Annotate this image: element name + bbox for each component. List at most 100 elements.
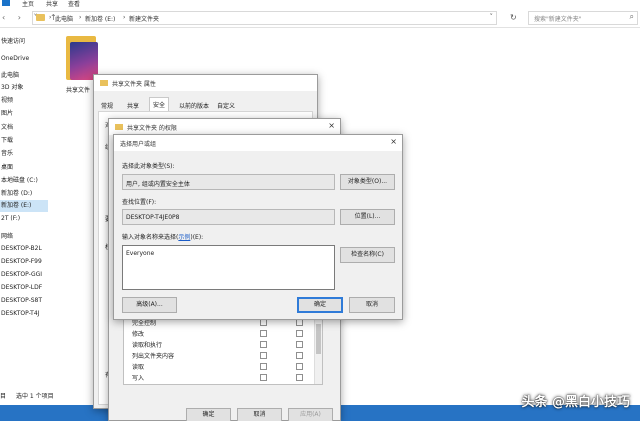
sidebar-item-network-pc[interactable]: DESKTOP-S8T — [0, 295, 48, 307]
deny-checkbox[interactable] — [296, 341, 303, 348]
apply-button[interactable]: 应用(A) — [288, 408, 333, 421]
permission-write: 写入 — [132, 375, 145, 382]
location-field: DESKTOP-T4JE0P8 — [122, 209, 335, 225]
allow-checkbox[interactable] — [260, 341, 267, 348]
allow-checkbox[interactable] — [260, 363, 267, 370]
locations-button[interactable]: 位置(L)... — [340, 209, 395, 225]
sidebar-item-music[interactable]: 音乐 — [0, 148, 48, 160]
crumb-separator: › — [49, 14, 52, 21]
sidebar-item-drive-e[interactable]: 新加卷 (E:) — [0, 200, 48, 212]
ribbon-tab-view[interactable]: 查看 — [68, 0, 80, 8]
permission-modify: 修改 — [132, 331, 145, 338]
sidebar-item-desktop[interactable]: 桌面 — [0, 162, 48, 174]
deny-checkbox[interactable] — [296, 330, 303, 337]
ribbon-tab-share[interactable]: 共享 — [46, 0, 58, 8]
folder-label[interactable]: 共享文件 — [66, 85, 90, 94]
allow-checkbox[interactable] — [260, 319, 267, 326]
breadcrumb-new-folder[interactable]: 新建文件夹 — [129, 14, 159, 23]
tab-general[interactable]: 常规 — [98, 99, 116, 111]
breadcrumb-this-pc[interactable]: 此电脑 — [55, 14, 73, 23]
refresh-icon[interactable]: ↻ — [510, 13, 517, 22]
sidebar-item-quick-access[interactable]: 快速访问 — [0, 36, 48, 48]
select-users-dialog: 选择用户或组 × 选择此对象类型(S): 用户, 组或内置安全主体 对象类型(O… — [113, 134, 403, 320]
examples-link[interactable]: 示例 — [178, 234, 190, 241]
navigation-pane: 快速访问 OneDrive 此电脑 3D 对象 视频 图片 文档 下载 音乐 桌… — [0, 30, 48, 390]
cancel-button[interactable]: 取消 — [349, 297, 395, 313]
permission-read-execute: 读取和执行 — [132, 342, 163, 349]
folder-icon — [100, 80, 108, 86]
permissions-title: 共享文件夹 的权限 — [127, 125, 177, 132]
sidebar-item-network-pc[interactable]: DESKTOP-F99 — [0, 256, 48, 268]
sidebar-item-downloads[interactable]: 下载 — [0, 135, 48, 147]
check-names-button[interactable]: 检查名称(C) — [340, 247, 395, 263]
cancel-button[interactable]: 取消 — [237, 408, 282, 421]
advanced-button[interactable]: 高级(A)... — [122, 297, 177, 313]
permissions-title-bar[interactable]: 共享文件夹 的权限 × — [109, 119, 340, 135]
deny-checkbox[interactable] — [296, 363, 303, 370]
file-tab[interactable] — [2, 0, 10, 6]
ribbon-tab-home[interactable]: 主页 — [22, 0, 34, 8]
sidebar-item-network[interactable]: 网络 — [0, 231, 48, 243]
search-placeholder: 搜索"新建文件夹" — [534, 16, 582, 23]
folder-icon — [115, 124, 123, 130]
sidebar-item-this-pc[interactable]: 此电脑 — [0, 70, 48, 82]
permissions-list: 完全控制 修改 读取和执行 列出文件夹内容 读取 写入 — [123, 315, 323, 385]
sidebar-item-pictures[interactable]: 图片 — [0, 108, 48, 120]
deny-checkbox[interactable] — [296, 352, 303, 359]
allow-checkbox[interactable] — [260, 374, 267, 381]
tab-security[interactable]: 安全 — [149, 97, 170, 111]
chevron-down-icon[interactable]: ˅ — [490, 13, 494, 21]
object-names-label-text: 输入对象名称来选择( — [122, 234, 179, 241]
sidebar-item-network-pc[interactable]: DESKTOP-GGI — [0, 269, 48, 281]
sidebar-item-drive-f[interactable]: 2T (F:) — [0, 213, 48, 225]
select-users-title-bar[interactable]: 选择用户或组 × — [114, 135, 402, 151]
sidebar-item-3d-objects[interactable]: 3D 对象 — [0, 82, 48, 94]
search-icon: ⌕ — [629, 12, 634, 21]
address-bar-row: ‹ › ˅ ↑ › 此电脑 › 新加卷 (E:) › 新建文件夹 ˅ ↻ 搜索"… — [0, 8, 640, 28]
ok-button[interactable]: 确定 — [297, 297, 343, 313]
address-bar[interactable]: › 此电脑 › 新加卷 (E:) › 新建文件夹 ˅ — [32, 11, 497, 25]
search-input[interactable]: 搜索"新建文件夹" ⌕ — [528, 11, 638, 25]
select-users-title: 选择用户或组 — [120, 141, 157, 148]
permission-read: 读取 — [132, 364, 145, 371]
deny-checkbox[interactable] — [296, 319, 303, 326]
status-item-count: 目 — [0, 393, 7, 400]
status-selected: 选中 1 个项目 — [15, 393, 54, 400]
object-type-label: 选择此对象类型(S): — [122, 163, 175, 170]
allow-checkbox[interactable] — [260, 352, 267, 359]
sidebar-item-network-pc[interactable]: DESKTOP-LDF — [0, 282, 48, 294]
deny-checkbox[interactable] — [296, 374, 303, 381]
sidebar-item-drive-c[interactable]: 本地磁盘 (C:) — [0, 175, 48, 187]
object-names-label-tail: )(E): — [190, 234, 204, 241]
folder-icon — [36, 14, 45, 21]
properties-title-bar[interactable]: 共享文件夹 属性 — [94, 75, 317, 91]
permissions-scrollbar[interactable] — [314, 316, 322, 384]
sidebar-item-onedrive[interactable]: OneDrive — [0, 53, 48, 65]
scrollbar-thumb[interactable] — [316, 324, 321, 354]
properties-title: 共享文件夹 属性 — [112, 81, 156, 88]
object-names-input[interactable]: Everyone — [122, 245, 335, 290]
location-label: 查找位置(F): — [122, 199, 157, 206]
object-type-field: 用户, 组或内置安全主体 — [122, 174, 335, 190]
crumb-separator: › — [123, 14, 126, 21]
object-names-label: 输入对象名称来选择(示例)(E): — [122, 232, 203, 241]
tab-sharing[interactable]: 共享 — [124, 99, 142, 111]
tab-previous-versions[interactable]: 以前的版本 — [176, 99, 212, 111]
object-types-button[interactable]: 对象类型(O)... — [340, 174, 395, 190]
status-bar: 目 选中 1 个项目 — [0, 391, 54, 400]
breadcrumb-drive-e[interactable]: 新加卷 (E:) — [85, 14, 115, 23]
sidebar-item-network-pc[interactable]: DESKTOP-B2L — [0, 243, 48, 255]
close-icon[interactable]: × — [328, 121, 335, 130]
sidebar-item-drive-d[interactable]: 新加卷 (D:) — [0, 188, 48, 200]
crumb-separator: › — [79, 14, 82, 21]
sidebar-item-documents[interactable]: 文档 — [0, 122, 48, 134]
ok-button[interactable]: 确定 — [186, 408, 231, 421]
tab-customize[interactable]: 自定义 — [214, 99, 238, 111]
allow-checkbox[interactable] — [260, 330, 267, 337]
close-icon[interactable]: × — [390, 137, 397, 146]
ribbon-tabs: 主页 共享 查看 — [0, 0, 640, 8]
sidebar-item-videos[interactable]: 视频 — [0, 95, 48, 107]
sidebar-item-network-pc[interactable]: DESKTOP-T4J — [0, 308, 48, 320]
watermark: 头条 @黑白小技巧 — [521, 395, 630, 410]
permission-list-folder: 列出文件夹内容 — [132, 353, 175, 360]
